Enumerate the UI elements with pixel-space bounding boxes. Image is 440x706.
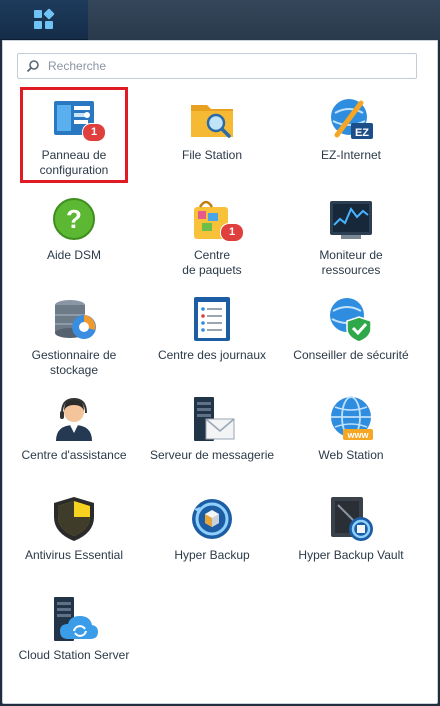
search-icon xyxy=(26,60,39,73)
mail-server-icon xyxy=(188,395,236,443)
svg-text:www: www xyxy=(346,430,369,440)
search-box[interactable] xyxy=(17,53,417,79)
app-label: Moniteur de ressources xyxy=(319,248,383,277)
app-conseiller-de-securite[interactable]: Conseiller de sécurité xyxy=(281,291,421,387)
app-label: Conseiller de sécurité xyxy=(293,348,409,362)
app-cloud-station-server[interactable]: Cloud Station Server xyxy=(4,591,144,687)
app-centre-de-paquets[interactable]: 1 Centre de paquets xyxy=(142,191,282,287)
app-label: Antivirus Essential xyxy=(24,548,124,562)
app-label: Serveur de messagerie xyxy=(149,448,275,462)
app-label: Gestionnaire de stockage xyxy=(31,348,117,377)
app-ez-internet[interactable]: EZ EZ-Internet xyxy=(281,91,421,187)
app-label: Hyper Backup xyxy=(174,548,250,562)
app-serveur-de-messagerie[interactable]: Serveur de messagerie xyxy=(142,391,282,487)
security-advisor-icon xyxy=(327,295,375,343)
app-label: Hyper Backup Vault xyxy=(298,548,404,562)
svg-text:?: ? xyxy=(66,204,82,234)
main-menu-button[interactable] xyxy=(0,0,88,40)
app-label: Cloud Station Server xyxy=(18,648,130,662)
storage-manager-icon xyxy=(50,295,98,343)
app-label: Centre de paquets xyxy=(182,248,242,277)
app-label: File Station xyxy=(181,148,243,162)
search-input[interactable] xyxy=(46,58,410,74)
app-web-station[interactable]: www Web Station xyxy=(281,391,421,487)
app-aide-dsm[interactable]: ? Aide DSM xyxy=(4,191,144,287)
app-hyper-backup-vault[interactable]: Hyper Backup Vault xyxy=(281,491,421,587)
taskbar xyxy=(0,0,440,40)
app-moniteur-de-ressources[interactable]: Moniteur de ressources xyxy=(281,191,421,287)
app-antivirus-essential[interactable]: Antivirus Essential xyxy=(4,491,144,587)
notification-badge: 1 xyxy=(82,123,106,142)
app-label: Aide DSM xyxy=(46,248,102,262)
support-center-icon xyxy=(50,395,98,443)
antivirus-icon xyxy=(50,495,98,543)
help-icon: ? xyxy=(50,195,98,243)
hyper-backup-icon xyxy=(188,495,236,543)
app-label: Web Station xyxy=(318,448,384,462)
web-station-icon: www xyxy=(327,395,375,443)
resource-monitor-icon xyxy=(327,195,375,243)
app-centre-d-assistance[interactable]: Centre d'assistance xyxy=(4,391,144,487)
cloud-station-server-icon xyxy=(50,595,98,643)
log-center-icon xyxy=(188,295,236,343)
app-label: EZ-Internet xyxy=(320,148,382,162)
app-centre-des-journaux[interactable]: Centre des journaux xyxy=(142,291,282,387)
app-label: Centre des journaux xyxy=(157,348,267,362)
app-panneau-de-configuration[interactable]: 1 Panneau de configuration xyxy=(4,91,144,187)
hyper-backup-vault-icon xyxy=(327,495,375,543)
ez-internet-icon: EZ xyxy=(327,95,375,143)
main-menu-panel: 1 Panneau de configuration File Station … xyxy=(2,40,438,704)
app-hyper-backup[interactable]: Hyper Backup xyxy=(142,491,282,587)
main-menu-icon xyxy=(34,8,55,29)
app-gestionnaire-de-stockage[interactable]: Gestionnaire de stockage xyxy=(4,291,144,387)
app-file-station[interactable]: File Station xyxy=(142,91,282,187)
file-station-icon xyxy=(188,95,236,143)
svg-text:EZ: EZ xyxy=(355,127,369,139)
app-label: Centre d'assistance xyxy=(21,448,127,462)
notification-badge: 1 xyxy=(220,223,244,242)
app-label: Panneau de configuration xyxy=(39,148,109,177)
